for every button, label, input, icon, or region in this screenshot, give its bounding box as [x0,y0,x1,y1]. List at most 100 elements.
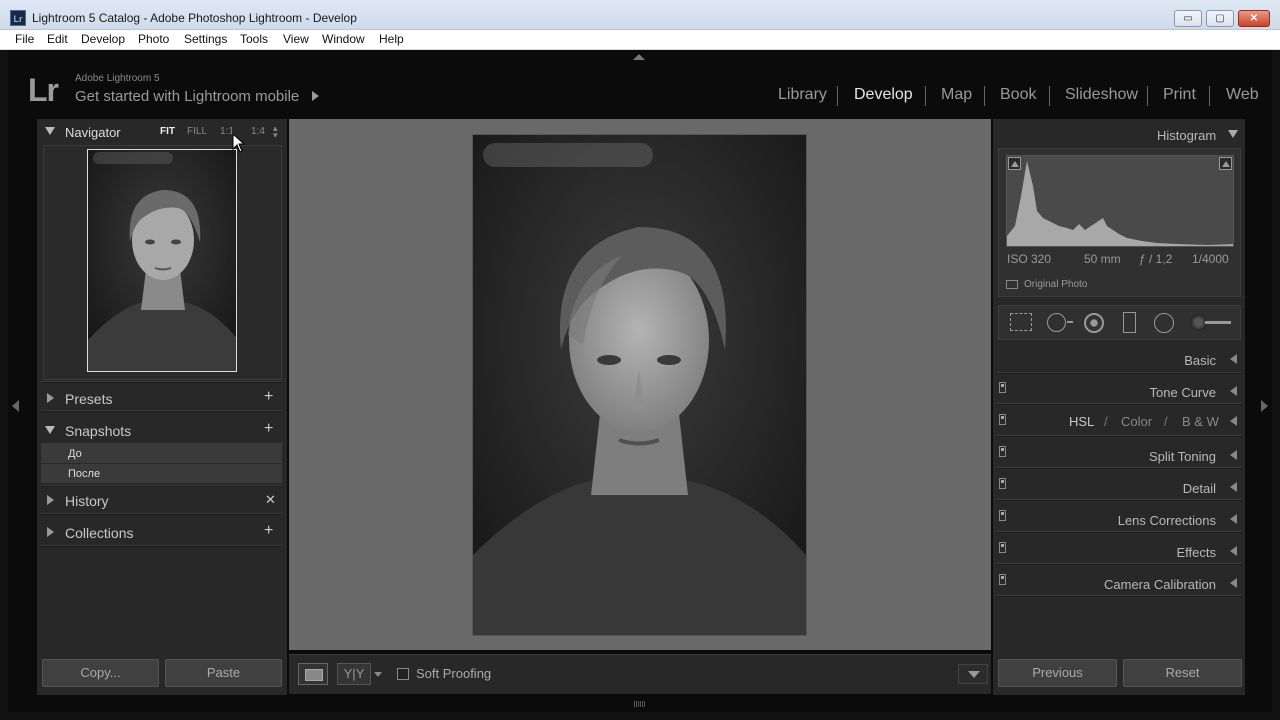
section-basic[interactable]: Basic [1050,353,1216,368]
module-divider [1209,86,1210,106]
soft-proofing-checkbox[interactable] [397,668,409,680]
filmstrip-toggle-icon[interactable] [634,701,646,707]
module-divider [984,86,985,106]
collections-title[interactable]: Collections [65,525,133,541]
clear-history-icon[interactable]: ✕ [265,492,276,508]
spot-removal-icon[interactable] [1047,313,1066,332]
right-panel-toggle-icon[interactable] [1261,400,1268,412]
tab-color[interactable]: Color [1121,414,1152,429]
zoom-1-4[interactable]: 1:4 [251,126,265,137]
module-library[interactable]: Library [778,86,827,104]
histogram-graph[interactable] [1006,155,1234,247]
collapse-triangle-icon[interactable] [1230,546,1237,556]
menu-view[interactable]: View [283,32,309,46]
collapse-triangle-icon[interactable] [1230,450,1237,460]
zoom-fill[interactable]: FILL [187,126,207,137]
before-after-button[interactable]: Y|Y [337,663,371,685]
minimize-button[interactable]: ▭ [1174,10,1202,27]
top-panel-toggle-icon[interactable] [633,54,645,60]
module-print[interactable]: Print [1163,86,1196,104]
history-title[interactable]: History [65,493,109,509]
hsl-separator: / [1164,414,1168,429]
expand-triangle-icon[interactable] [47,495,54,505]
expand-triangle-icon[interactable] [47,393,54,403]
menu-photo[interactable]: Photo [138,32,169,46]
module-book[interactable]: Book [1000,86,1036,104]
toggle-switch-icon[interactable] [999,542,1006,553]
main-photo[interactable] [473,135,806,635]
toggle-switch-icon[interactable] [999,414,1006,425]
navigator-thumbnail[interactable] [87,149,237,372]
add-collection-icon[interactable]: + [264,522,273,540]
presets-title[interactable]: Presets [65,391,112,407]
collapse-triangle-icon[interactable] [1230,416,1237,426]
collapse-triangle-icon[interactable] [1230,578,1237,588]
menu-help[interactable]: Help [379,32,404,46]
expand-triangle-icon[interactable] [47,527,54,537]
menu-tools[interactable]: Tools [240,32,268,46]
collapse-triangle-icon[interactable] [1230,354,1237,364]
snapshot-item[interactable]: После [68,468,100,480]
module-slideshow[interactable]: Slideshow [1065,86,1138,104]
snapshot-item[interactable]: До [68,448,82,460]
maximize-button[interactable]: ▢ [1206,10,1234,27]
close-button[interactable]: ✕ [1238,10,1270,27]
play-arrow-icon[interactable] [312,91,319,101]
tab-hsl[interactable]: HSL [1069,414,1094,429]
add-snapshot-icon[interactable]: + [264,420,273,438]
module-web[interactable]: Web [1226,86,1259,104]
reset-button[interactable]: Reset [1123,659,1242,687]
original-photo-checkbox[interactable] [1006,280,1018,289]
snapshots-title[interactable]: Snapshots [65,423,131,439]
original-photo-label: Original Photo [1024,279,1088,290]
collapse-triangle-icon[interactable] [1230,386,1237,396]
section-split-toning[interactable]: Split Toning [1050,449,1216,464]
module-develop[interactable]: Develop [854,86,913,104]
zoom-stepper-icon[interactable]: ▴ ▾ [273,124,278,140]
toolbar-menu-button[interactable] [958,664,988,684]
section-lens-corrections[interactable]: Lens Corrections [1050,513,1216,528]
toggle-switch-icon[interactable] [999,382,1006,393]
paste-button[interactable]: Paste [165,659,282,687]
section-tone-curve[interactable]: Tone Curve [1050,385,1216,400]
bottom-toolbar [289,654,991,694]
hsl-separator: / [1104,414,1108,429]
toggle-switch-icon[interactable] [999,574,1006,585]
copy-button[interactable]: Copy... [42,659,159,687]
aperture: ƒ / 1,2 [1139,252,1173,266]
menu-edit[interactable]: Edit [47,32,68,46]
chevron-down-icon[interactable] [374,672,382,677]
collapse-triangle-icon[interactable] [1228,130,1238,138]
crop-tool-icon[interactable] [1010,313,1032,331]
menu-settings[interactable]: Settings [184,32,227,46]
mobile-prompt[interactable]: Get started with Lightroom mobile [75,88,299,105]
toggle-switch-icon[interactable] [999,478,1006,489]
menu-file[interactable]: File [15,32,34,46]
module-map[interactable]: Map [941,86,972,104]
collapse-triangle-icon[interactable] [1230,514,1237,524]
toggle-switch-icon[interactable] [999,510,1006,521]
section-camera-calibration[interactable]: Camera Calibration [1050,577,1216,592]
navigator-title[interactable]: Navigator [65,125,121,140]
collapse-triangle-icon[interactable] [1230,482,1237,492]
collapse-triangle-icon[interactable] [45,127,55,135]
loupe-view-button[interactable] [298,663,328,685]
previous-button[interactable]: Previous [998,659,1117,687]
graduated-filter-icon[interactable] [1123,312,1136,333]
add-preset-icon[interactable]: + [264,388,273,406]
radial-filter-icon[interactable] [1154,313,1174,333]
histogram-title[interactable]: Histogram [1157,128,1216,143]
toggle-switch-icon[interactable] [999,446,1006,457]
section-detail[interactable]: Detail [1050,481,1216,496]
brush-slider-icon [1205,321,1231,324]
menu-develop[interactable]: Develop [81,32,125,46]
panel-divider [997,467,1242,469]
red-eye-icon[interactable] [1084,313,1104,333]
tab-bw[interactable]: B & W [1182,414,1219,429]
section-effects[interactable]: Effects [1050,545,1216,560]
menu-window[interactable]: Window [322,32,365,46]
collapse-triangle-icon[interactable] [45,426,55,434]
soft-proofing-label[interactable]: Soft Proofing [416,666,491,681]
zoom-fit[interactable]: FIT [160,126,175,137]
left-panel-toggle-icon[interactable] [12,400,19,412]
